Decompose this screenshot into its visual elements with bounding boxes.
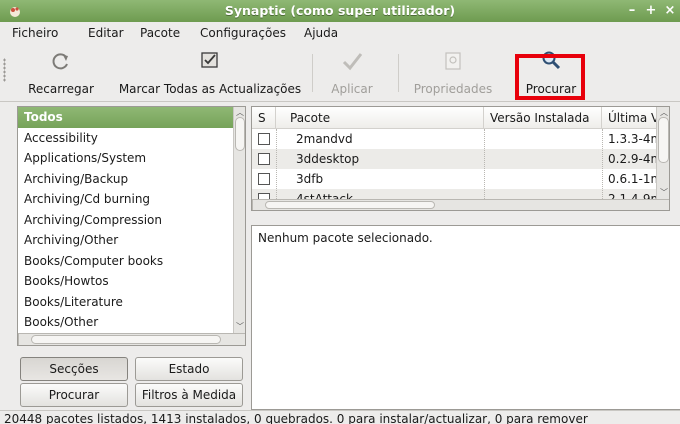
package-latest-version: 0.2.9-4mc <box>608 152 656 166</box>
status-label: Estado <box>168 362 210 376</box>
scrollbar-thumb[interactable] <box>265 201 435 209</box>
mark-upgrades-label: Marcar Todas as Actualizações <box>118 82 302 96</box>
apply-label: Aplicar <box>331 82 373 96</box>
mark-upgrades-button[interactable]: Marcar Todas as Actualizações <box>110 48 310 98</box>
apply-button[interactable]: Aplicar <box>318 48 386 98</box>
properties-button[interactable]: Propriedades <box>404 48 502 98</box>
status-bar: 20448 pacotes listados, 1413 instalados,… <box>0 410 680 424</box>
scrollbar-thumb[interactable] <box>235 117 245 151</box>
package-table: S Pacote Versão Instalada Última Ve 2man… <box>251 106 670 211</box>
category-item[interactable]: Books/Other <box>18 312 233 333</box>
category-item[interactable]: Accessibility <box>18 128 233 149</box>
minimize-button[interactable]: – <box>624 3 640 19</box>
package-name: 3ddesktop <box>296 152 360 166</box>
menu-editar[interactable]: Editar <box>88 26 124 40</box>
menu-pacote[interactable]: Pacote <box>140 26 180 40</box>
column-header-status[interactable]: S <box>252 107 276 129</box>
category-horizontal-scrollbar[interactable] <box>18 333 245 345</box>
custom-filters-button[interactable]: Filtros à Medida <box>135 383 243 407</box>
search-filter-label: Procurar <box>48 388 100 402</box>
category-item[interactable]: Books/Literature <box>18 292 233 313</box>
scroll-down-arrow-icon[interactable]: ﹀ <box>234 321 245 332</box>
details-text: Nenhum pacote selecionado. <box>258 231 433 245</box>
pane-splitter[interactable] <box>251 213 670 223</box>
menu-bar: Ficheiro Editar Pacote Configurações Aju… <box>0 22 680 44</box>
column-divider <box>276 129 277 209</box>
package-checkbox[interactable] <box>258 173 270 185</box>
category-item[interactable]: Applications/System <box>18 148 233 169</box>
title-bar: Synaptic (como super utilizador) – + × <box>0 0 680 22</box>
menu-configuracoes[interactable]: Configurações <box>200 26 286 40</box>
column-divider <box>484 129 485 209</box>
table-row[interactable]: 3dfb 0.6.1-1mc <box>252 169 656 189</box>
apply-check-icon <box>342 53 363 71</box>
column-header-package[interactable]: Pacote <box>276 107 484 129</box>
scrollbar-thumb[interactable] <box>31 335 221 344</box>
package-vertical-scrollbar[interactable]: ︿ ﹀ <box>656 107 669 199</box>
package-horizontal-scrollbar[interactable] <box>252 199 669 210</box>
category-item[interactable]: Books/Howtos <box>18 271 233 292</box>
sections-label: Secções <box>49 362 99 376</box>
category-item[interactable]: Archiving/Backup <box>18 169 233 190</box>
table-row[interactable]: 3ddesktop 0.2.9-4mc <box>252 149 656 169</box>
close-button[interactable]: × <box>662 3 678 19</box>
sections-button[interactable]: Secções <box>20 357 128 381</box>
menu-ficheiro[interactable]: Ficheiro <box>12 26 58 40</box>
menu-ajuda[interactable]: Ajuda <box>304 26 338 40</box>
scroll-down-arrow-icon[interactable]: ﹀ <box>658 187 669 198</box>
reload-label: Recarregar <box>28 82 94 96</box>
toolbar-separator <box>312 54 313 92</box>
category-item[interactable]: Books/Computer books <box>18 251 233 272</box>
properties-label: Propriedades <box>413 82 493 96</box>
category-item[interactable]: Todos <box>18 107 233 128</box>
package-checkbox[interactable] <box>258 153 270 165</box>
reload-icon <box>52 53 68 70</box>
table-row[interactable]: 2mandvd 1.3.3-4mc <box>252 129 656 149</box>
toolbar-separator <box>398 54 399 92</box>
package-latest-version: 1.3.3-4mc <box>608 132 656 146</box>
package-latest-version: 0.6.1-1mc <box>608 172 656 186</box>
mark-upgrades-icon <box>201 52 218 68</box>
package-details-panel: Nenhum pacote selecionado. <box>251 225 680 410</box>
properties-icon <box>445 52 461 70</box>
status-text: 20448 pacotes listados, 1413 instalados,… <box>4 412 588 424</box>
package-name: 3dfb <box>296 172 324 186</box>
column-header-latest-version[interactable]: Última Ve <box>602 107 656 129</box>
category-list: Todos Accessibility Applications/System … <box>17 106 246 346</box>
search-filter-button[interactable]: Procurar <box>20 383 128 407</box>
package-name: 2mandvd <box>296 132 353 146</box>
maximize-button[interactable]: + <box>643 3 659 19</box>
category-item[interactable]: Archiving/Other <box>18 230 233 251</box>
category-item[interactable]: Archiving/Compression <box>18 210 233 231</box>
category-vertical-scrollbar[interactable]: ︿ ﹀ <box>233 107 245 333</box>
search-highlight-box <box>515 54 585 100</box>
package-checkbox[interactable] <box>258 133 270 145</box>
category-item[interactable]: Archiving/Cd burning <box>18 189 233 210</box>
status-button[interactable]: Estado <box>135 357 243 381</box>
custom-filters-label: Filtros à Medida <box>141 388 237 402</box>
column-divider <box>602 129 603 209</box>
reload-button[interactable]: Recarregar <box>14 48 108 98</box>
window-title: Synaptic (como super utilizador) <box>224 3 456 18</box>
toolbar-grip[interactable] <box>3 58 6 82</box>
scrollbar-thumb[interactable] <box>658 117 669 163</box>
column-header-installed-version[interactable]: Versão Instalada <box>484 107 602 129</box>
